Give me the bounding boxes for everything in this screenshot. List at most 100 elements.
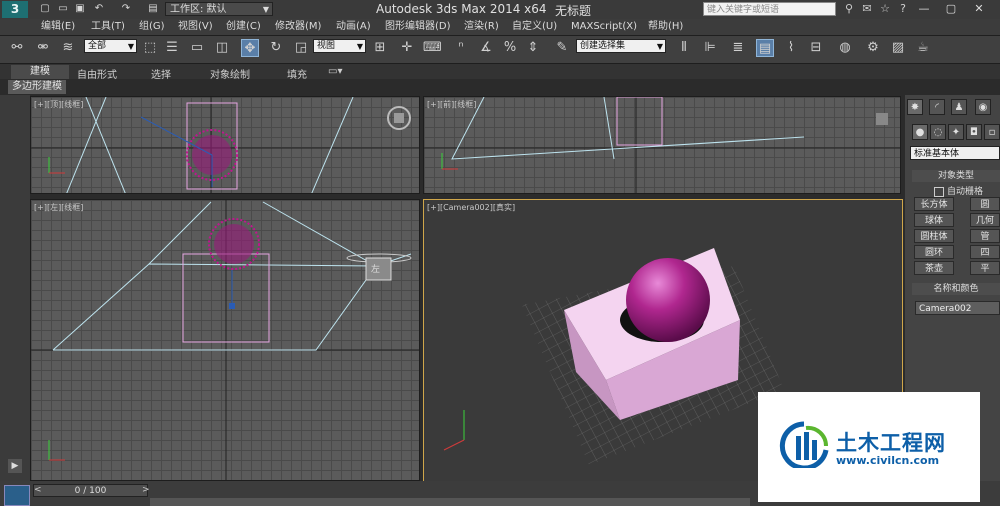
torus-button[interactable]: 圆环 <box>914 245 954 259</box>
help-icon[interactable]: ? <box>896 2 910 16</box>
workspace-dropdown[interactable]: 工作区: 默认 ▼ <box>165 2 273 16</box>
autogrid-checkbox[interactable]: 自动栅格 <box>934 184 983 197</box>
shapes-icon[interactable]: ◌ <box>930 124 946 140</box>
percent-snap-icon[interactable]: % <box>501 39 519 57</box>
keyboard-shortcut-icon[interactable]: ⌨ <box>423 39 442 57</box>
tube-button[interactable]: 管 <box>970 229 1000 243</box>
viewport-camera-label[interactable]: [+][Camera002][真实] <box>427 202 515 213</box>
viewport-left-label[interactable]: [+][左][线框] <box>34 202 83 213</box>
menu-help[interactable]: 帮助(H) <box>648 20 683 34</box>
named-selection-dropdown[interactable]: 创建选择集 ▼ <box>576 39 666 53</box>
viewcube-face-label[interactable]: 左 <box>371 262 380 275</box>
save-icon[interactable]: ▣ <box>73 2 87 16</box>
link-icon[interactable]: ⚯ <box>8 39 26 57</box>
binoculars-icon[interactable]: ⚲ <box>842 2 856 16</box>
viewport-layout-icon[interactable] <box>4 485 30 506</box>
menu-maxscript[interactable]: MAXScript(X) <box>571 20 637 34</box>
motion-tab-icon[interactable]: ◉ <box>975 99 991 115</box>
menu-customize[interactable]: 自定义(U) <box>512 20 557 34</box>
sphere-button[interactable]: 球体 <box>914 213 954 227</box>
project-folder-icon[interactable]: ▤ <box>146 2 160 16</box>
app-logo-icon[interactable]: 3 <box>2 1 28 18</box>
redo-icon[interactable]: ↷ <box>119 2 133 16</box>
select-manipulate-icon[interactable]: ✛ <box>398 39 416 57</box>
reference-coordinate-dropdown[interactable]: 视图 ▼ <box>313 39 366 53</box>
viewport-front[interactable]: [+][前][线框] <box>423 96 901 194</box>
ribbon-tab-modeling[interactable]: 建模 <box>11 65 69 79</box>
rect-selection-icon[interactable]: ▭ <box>188 39 206 57</box>
helpers-icon[interactable]: ▫ <box>984 124 1000 140</box>
object-name-field[interactable]: Camera002 <box>915 301 1000 315</box>
ribbon-tab-object-paint[interactable]: 对象绘制 <box>210 66 250 81</box>
edit-named-selection-icon[interactable]: ✎ <box>553 39 571 57</box>
geosphere-button[interactable]: 几何 <box>970 213 1000 227</box>
hierarchy-tab-icon[interactable]: ♟ <box>951 99 967 115</box>
minimize-button[interactable]: — <box>913 0 935 18</box>
menu-group[interactable]: 组(G) <box>139 20 165 34</box>
layer-manager-icon[interactable]: ≣ <box>729 39 747 57</box>
undo-icon[interactable]: ↶ <box>92 2 106 16</box>
mirror-icon[interactable]: ⫴ <box>675 39 693 57</box>
curve-editor-icon[interactable]: ⌇ <box>782 39 800 57</box>
menu-views[interactable]: 视图(V) <box>178 20 213 34</box>
cylinder-button[interactable]: 圆柱体 <box>914 229 954 243</box>
plane-button[interactable]: 平 <box>970 261 1000 275</box>
menu-edit[interactable]: 编辑(E) <box>41 20 75 34</box>
ribbon-tab-selection[interactable]: 选择 <box>151 66 171 81</box>
viewport-top[interactable]: [+][顶][线框] <box>30 96 420 194</box>
angle-snap-icon[interactable]: ∡ <box>477 39 495 57</box>
bind-space-warp-icon[interactable]: ≋ <box>59 39 77 57</box>
select-by-name-icon[interactable]: ☰ <box>163 39 181 57</box>
time-next-icon[interactable]: > <box>142 485 150 495</box>
menu-modifiers[interactable]: 修改器(M) <box>275 20 321 34</box>
geometry-icon[interactable]: ● <box>912 124 928 140</box>
teapot-button[interactable]: 茶壶 <box>914 261 954 275</box>
maximize-button[interactable]: ▢ <box>940 0 962 18</box>
pivot-center-icon[interactable]: ⊞ <box>371 39 389 57</box>
ribbon-options-icon[interactable]: ▭▾ <box>328 66 342 77</box>
lights-icon[interactable]: ✦ <box>948 124 964 140</box>
selection-filter-dropdown[interactable]: 全部 ▼ <box>84 39 137 53</box>
star-icon[interactable]: ☆ <box>878 2 892 16</box>
move-icon[interactable]: ✥ <box>241 39 259 57</box>
menu-rendering[interactable]: 渲染(R) <box>464 20 499 34</box>
render-production-icon[interactable]: ☕ <box>914 39 932 57</box>
pyramid-button[interactable]: 四 <box>970 245 1000 259</box>
cone-button[interactable]: 圆 <box>970 197 1000 211</box>
menu-animation[interactable]: 动画(A) <box>336 20 371 34</box>
track-bar[interactable] <box>150 498 750 506</box>
rotate-icon[interactable]: ↻ <box>267 39 285 57</box>
align-icon[interactable]: ⊫ <box>701 39 719 57</box>
time-slider[interactable]: 0 / 100 <box>33 484 148 497</box>
box-button[interactable]: 长方体 <box>914 197 954 211</box>
menu-tools[interactable]: 工具(T) <box>91 20 125 34</box>
render-frame-icon[interactable]: ▨ <box>889 39 907 57</box>
open-file-icon[interactable]: ▭ <box>56 2 70 16</box>
new-file-icon[interactable]: ▢ <box>38 2 52 16</box>
cameras-icon[interactable]: ◘ <box>966 124 982 140</box>
create-tab-icon[interactable]: ✸ <box>907 99 923 115</box>
select-object-icon[interactable]: ⬚ <box>141 39 159 57</box>
viewport-left[interactable]: [+][左][线框] 左 <box>30 199 420 481</box>
spinner-snap-icon[interactable]: ⇕ <box>524 39 542 57</box>
expand-arrow-icon[interactable]: ▶ <box>8 459 22 473</box>
object-type-rollout-header[interactable]: 对象类型 <box>912 170 1000 182</box>
window-crossing-icon[interactable]: ◫ <box>213 39 231 57</box>
unlink-icon[interactable]: ⚮ <box>34 39 52 57</box>
ribbon-tab-populate[interactable]: 填充 <box>287 66 307 81</box>
time-prev-icon[interactable]: < <box>34 485 42 495</box>
scale-icon[interactable]: ◲ <box>292 39 310 57</box>
modify-tab-icon[interactable]: ◜ <box>929 99 945 115</box>
schematic-view-icon[interactable]: ⊟ <box>807 39 825 57</box>
name-and-color-rollout-header[interactable]: 名称和颜色 <box>912 283 1000 295</box>
close-button[interactable]: ✕ <box>968 0 990 18</box>
menu-create[interactable]: 创建(C) <box>226 20 261 34</box>
viewport-top-label[interactable]: [+][顶][线框] <box>34 99 83 110</box>
ribbon-panel-polygon-modeling[interactable]: 多边形建模 <box>8 80 66 94</box>
menu-graph-editors[interactable]: 图形编辑器(D) <box>385 20 451 34</box>
viewport-front-label[interactable]: [+][前][线框] <box>427 99 476 110</box>
info-center-icon[interactable]: ✉ <box>860 2 874 16</box>
geometry-category-dropdown[interactable]: 标准基本体 <box>910 146 1000 160</box>
ribbon-toggle-icon[interactable]: ▤ <box>756 39 774 57</box>
snap-2d-icon[interactable]: ⁿ <box>452 39 470 57</box>
